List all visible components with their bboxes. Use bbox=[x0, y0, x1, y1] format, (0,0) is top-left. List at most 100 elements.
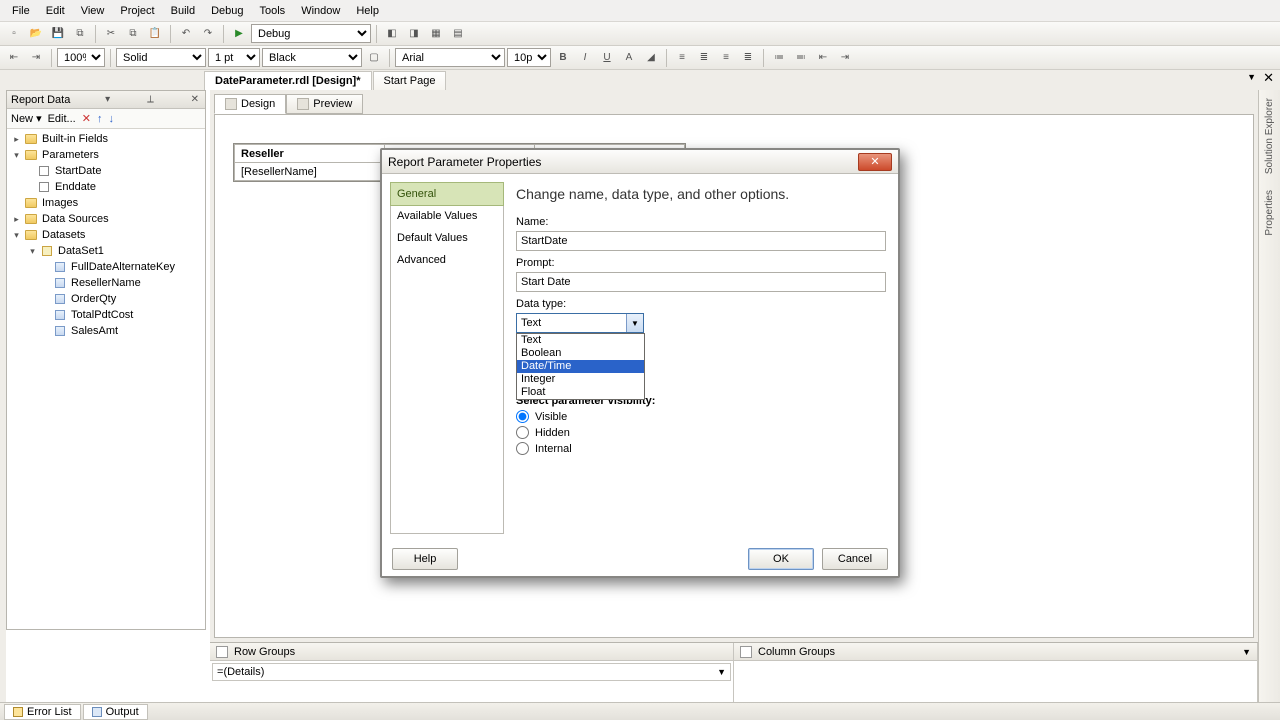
italic-icon[interactable]: I bbox=[575, 48, 595, 68]
menu-view[interactable]: View bbox=[73, 3, 113, 19]
menu-tools[interactable]: Tools bbox=[252, 3, 294, 19]
bg-color-icon[interactable]: ◢ bbox=[641, 48, 661, 68]
report-data-tree[interactable]: ▸Built-in Fields ▾Parameters StartDate E… bbox=[7, 129, 205, 629]
doc-tab-startpage[interactable]: Start Page bbox=[373, 71, 447, 90]
cut-icon[interactable]: ✂ bbox=[101, 24, 121, 44]
panel-dropdown-icon[interactable]: ▾ bbox=[103, 94, 112, 105]
toolbar-misc-3-icon[interactable]: ▦ bbox=[426, 24, 446, 44]
copy-icon[interactable]: ⧉ bbox=[123, 24, 143, 44]
datatype-opt-integer[interactable]: Integer bbox=[517, 373, 644, 386]
tab-overflow-icon[interactable]: ▼ bbox=[1247, 72, 1256, 82]
error-list-tab[interactable]: Error List bbox=[4, 704, 81, 720]
datatype-combo[interactable]: Text ▼ Text Boolean Date/Time Integer Fl… bbox=[516, 313, 644, 333]
ok-button[interactable]: OK bbox=[748, 548, 814, 570]
col-groups-dropdown-icon[interactable]: ▼ bbox=[1242, 647, 1251, 657]
row-group-details[interactable]: = (Details)▼ bbox=[212, 663, 731, 681]
list-number-icon[interactable]: ≕ bbox=[791, 48, 811, 68]
new-dropdown[interactable]: New ▾ bbox=[11, 112, 42, 125]
menu-window[interactable]: Window bbox=[293, 3, 348, 19]
row-group-dropdown-icon[interactable]: ▼ bbox=[717, 667, 726, 677]
font-size-combo[interactable]: 10pt bbox=[507, 48, 551, 67]
cancel-button[interactable]: Cancel bbox=[822, 548, 888, 570]
move-down-icon[interactable]: ↓ bbox=[108, 113, 114, 125]
vis-internal[interactable]: Internal bbox=[516, 442, 886, 455]
save-all-icon[interactable]: ⧉ bbox=[70, 24, 90, 44]
undo-icon[interactable]: ↶ bbox=[176, 24, 196, 44]
toolbar-misc-4-icon[interactable]: ▤ bbox=[448, 24, 468, 44]
dialog-close-button[interactable]: ✕ bbox=[858, 153, 892, 171]
save-icon[interactable]: 💾 bbox=[48, 24, 68, 44]
paste-icon[interactable]: 📋 bbox=[145, 24, 165, 44]
tree-dataset1[interactable]: DataSet1 bbox=[56, 245, 104, 257]
tree-datasources[interactable]: Data Sources bbox=[40, 213, 109, 225]
tree-images[interactable]: Images bbox=[40, 197, 78, 209]
toolbar-misc-2-icon[interactable]: ◨ bbox=[404, 24, 424, 44]
bold-icon[interactable]: B bbox=[553, 48, 573, 68]
datatype-opt-float[interactable]: Float bbox=[517, 386, 644, 399]
line-weight-combo[interactable]: 1 pt bbox=[208, 48, 260, 67]
panel-close-icon[interactable]: ✕ bbox=[189, 94, 201, 105]
underline-icon[interactable]: U bbox=[597, 48, 617, 68]
tablix-header[interactable]: Reseller bbox=[235, 145, 385, 163]
start-debug-icon[interactable]: ▶ bbox=[229, 24, 249, 44]
datatype-opt-text[interactable]: Text bbox=[517, 334, 644, 347]
indent-icon[interactable]: ⇥ bbox=[835, 48, 855, 68]
redo-icon[interactable]: ↷ bbox=[198, 24, 218, 44]
tree-field-2[interactable]: OrderQty bbox=[69, 293, 116, 305]
open-icon[interactable]: 📂 bbox=[26, 24, 46, 44]
menu-build[interactable]: Build bbox=[163, 3, 203, 19]
panel-pin-icon[interactable]: ⟂ bbox=[145, 94, 156, 105]
align-center-icon[interactable]: ≣ bbox=[694, 48, 714, 68]
align-right-icon[interactable]: ≡ bbox=[716, 48, 736, 68]
datatype-opt-boolean[interactable]: Boolean bbox=[517, 347, 644, 360]
vis-hidden[interactable]: Hidden bbox=[516, 426, 886, 439]
line-color-combo[interactable]: Black bbox=[262, 48, 362, 67]
doc-tab-active[interactable]: DateParameter.rdl [Design]* bbox=[204, 71, 372, 90]
tree-datasets[interactable]: Datasets bbox=[40, 229, 85, 241]
edit-button[interactable]: Edit... bbox=[48, 113, 76, 125]
align-left-icon[interactable]: ≡ bbox=[672, 48, 692, 68]
name-input[interactable] bbox=[516, 231, 886, 251]
zoom-combo[interactable]: 100% bbox=[57, 48, 105, 67]
solution-explorer-tab[interactable]: Solution Explorer bbox=[1264, 90, 1275, 182]
tree-field-4[interactable]: SalesAmt bbox=[69, 325, 118, 337]
datatype-opt-datetime[interactable]: Date/Time bbox=[517, 360, 644, 373]
nav-advanced[interactable]: Advanced bbox=[391, 249, 503, 271]
menu-project[interactable]: Project bbox=[112, 3, 162, 19]
chevron-down-icon[interactable]: ▼ bbox=[626, 314, 643, 332]
output-tab[interactable]: Output bbox=[83, 704, 148, 720]
tree-field-3[interactable]: TotalPdtCost bbox=[69, 309, 133, 321]
tree-builtin[interactable]: Built-in Fields bbox=[40, 133, 108, 145]
tree-parameters[interactable]: Parameters bbox=[40, 149, 99, 161]
justify-icon[interactable]: ≣ bbox=[738, 48, 758, 68]
nav-general[interactable]: General bbox=[390, 182, 504, 206]
tablix-cell[interactable]: [ResellerName] bbox=[235, 163, 385, 181]
new-item-icon[interactable]: ▫ bbox=[4, 24, 24, 44]
help-button[interactable]: Help bbox=[392, 548, 458, 570]
fill-color-icon[interactable]: ▢ bbox=[364, 48, 384, 68]
prompt-input[interactable] bbox=[516, 272, 886, 292]
tree-param-enddate[interactable]: Enddate bbox=[53, 181, 96, 193]
vis-visible[interactable]: Visible bbox=[516, 410, 886, 423]
delete-icon[interactable]: ✕ bbox=[82, 112, 91, 125]
move-up-icon[interactable]: ↑ bbox=[97, 113, 103, 125]
dialog-titlebar[interactable]: Report Parameter Properties ✕ bbox=[382, 150, 898, 174]
properties-tab[interactable]: Properties bbox=[1264, 182, 1275, 244]
tab-close-icon[interactable]: ✕ bbox=[1263, 70, 1274, 86]
debug-config-combo[interactable]: Debug bbox=[251, 24, 371, 43]
align-icon[interactable]: ⇤ bbox=[4, 48, 24, 68]
font-color-icon[interactable]: A bbox=[619, 48, 639, 68]
menu-file[interactable]: File bbox=[4, 3, 38, 19]
line-style-combo[interactable]: Solid bbox=[116, 48, 206, 67]
tree-field-0[interactable]: FullDateAlternateKey bbox=[69, 261, 175, 273]
list-bullet-icon[interactable]: ≔ bbox=[769, 48, 789, 68]
align2-icon[interactable]: ⇥ bbox=[26, 48, 46, 68]
menu-edit[interactable]: Edit bbox=[38, 3, 73, 19]
menu-help[interactable]: Help bbox=[348, 3, 387, 19]
toolbar-misc-1-icon[interactable]: ◧ bbox=[382, 24, 402, 44]
outdent-icon[interactable]: ⇤ bbox=[813, 48, 833, 68]
nav-available-values[interactable]: Available Values bbox=[391, 205, 503, 227]
menu-debug[interactable]: Debug bbox=[203, 3, 251, 19]
subtab-preview[interactable]: Preview bbox=[286, 94, 363, 114]
tree-param-startdate[interactable]: StartDate bbox=[53, 165, 101, 177]
